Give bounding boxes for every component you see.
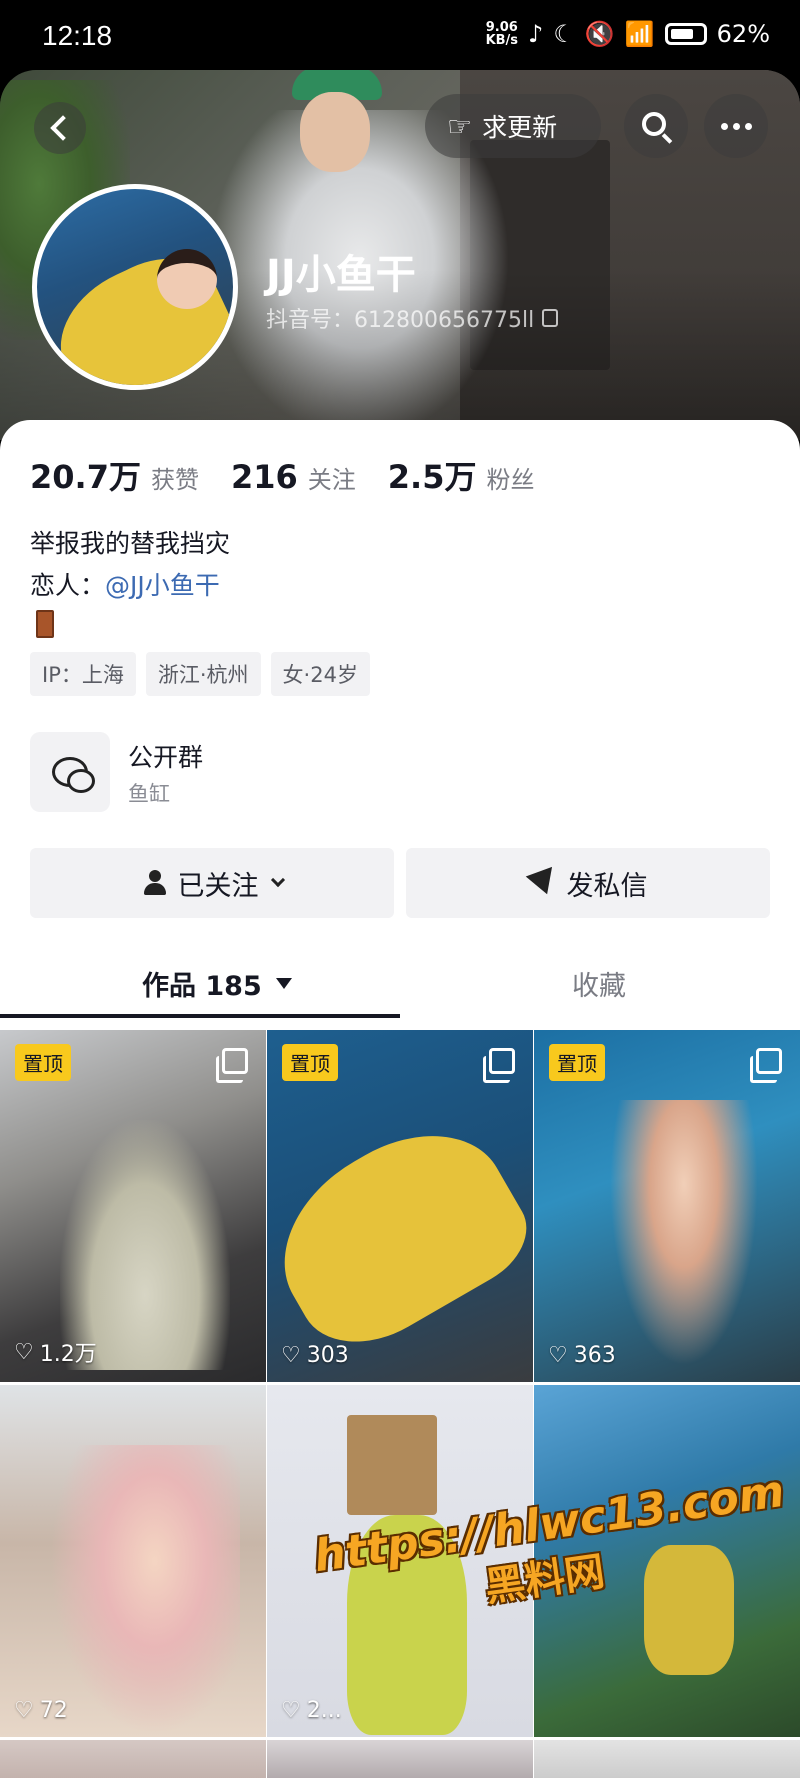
tab-works[interactable]: 作品 185 — [142, 948, 292, 1018]
tag-gender-age: 女·24岁 — [270, 652, 370, 696]
like-count: ♡ 363 — [548, 1343, 616, 1368]
group-icon-box — [30, 732, 110, 812]
request-update-label: 求更新 — [482, 113, 558, 142]
video-grid: 置顶 ♡ 1.2万 置顶 ♡ 303 置顶 ♡ 363 ♡ 72 ♡ 2... — [0, 1030, 800, 1778]
heart-icon: ♡ — [281, 1343, 301, 1368]
video-tile[interactable]: 置顶 ♡ 1.2万 — [0, 1030, 266, 1382]
tiktok-icon: ♪ — [528, 20, 544, 48]
video-tile[interactable] — [267, 1740, 533, 1778]
battery-icon — [664, 23, 707, 45]
video-tile[interactable]: ♡ 2... — [267, 1385, 533, 1737]
chat-bubbles-icon — [52, 757, 95, 793]
avatar[interactable] — [32, 184, 238, 390]
like-count: ♡ 2... — [281, 1698, 342, 1723]
message-button[interactable]: 发私信 — [406, 848, 770, 918]
status-icons: 9.06 KB/s ♪ ☾ 🔇 📶 62% — [486, 20, 770, 48]
heart-icon: ♡ — [14, 1339, 34, 1365]
header-background-face — [300, 92, 370, 172]
signal-icon: 📶 — [624, 20, 655, 48]
request-update-button[interactable]: ☞ 求更新 — [425, 94, 601, 158]
chevron-down-icon — [270, 872, 285, 888]
stat-following[interactable]: 216 关注 — [231, 458, 356, 496]
tab-favorites[interactable]: 收藏 — [572, 948, 626, 1018]
video-tile[interactable]: 置顶 ♡ 303 — [267, 1030, 533, 1382]
status-time: 12:18 — [42, 20, 113, 51]
door-emoji-icon — [36, 610, 54, 638]
profile-name: JJ小鱼干 — [266, 252, 416, 298]
heart-icon: ♡ — [548, 1343, 568, 1368]
video-tile[interactable] — [534, 1385, 800, 1737]
more-dots-icon — [720, 122, 728, 130]
mute-icon: 🔇 — [584, 20, 615, 48]
content-tabs: 作品 185 收藏 — [0, 948, 800, 1018]
multi-image-icon — [483, 1048, 515, 1083]
video-tile[interactable] — [534, 1740, 800, 1778]
pointing-hand-icon: ☞ — [447, 109, 473, 143]
profile-header: ☞ 求更新 JJ小鱼干 抖音号：612800656775ll — [0, 70, 800, 440]
send-icon — [525, 866, 560, 900]
copy-icon[interactable] — [542, 309, 559, 327]
person-check-icon — [142, 870, 168, 896]
action-buttons: 已关注 发私信 — [30, 848, 770, 918]
public-group-entry[interactable]: 公开群 鱼缸 — [30, 732, 770, 812]
search-icon — [642, 112, 666, 136]
network-speed: 9.06 KB/s — [485, 20, 519, 48]
tag-ip: IP：上海 — [30, 652, 136, 696]
profile-tags: IP：上海 浙江·杭州 女·24岁 — [30, 652, 370, 696]
pinned-badge: 置顶 — [15, 1044, 71, 1081]
status-bar: 12:18 9.06 KB/s ♪ ☾ 🔇 📶 62% — [0, 0, 800, 70]
active-tab-indicator — [0, 1014, 400, 1018]
multi-image-icon — [216, 1048, 248, 1083]
partner-mention-link[interactable]: @JJ小鱼干 — [105, 571, 220, 600]
bio-partner-line: 恋人：@JJ小鱼干 — [30, 571, 220, 600]
moon-icon: ☾ — [553, 20, 575, 48]
multi-image-icon — [750, 1048, 782, 1083]
battery-percent: 62% — [716, 20, 770, 48]
like-count: ♡ 303 — [281, 1343, 349, 1368]
stats-row: 20.7万 获赞 216 关注 2.5万 粉丝 — [30, 452, 534, 498]
back-arrow-icon — [50, 115, 76, 141]
tag-location: 浙江·杭州 — [145, 652, 261, 696]
like-count: ♡ 72 — [14, 1698, 68, 1723]
profile-card: 20.7万 获赞 216 关注 2.5万 粉丝 举报我的替我挡灾 恋人：@JJ小… — [0, 420, 800, 1778]
like-count: ♡ 1.2万 — [14, 1339, 97, 1368]
group-subtitle: 鱼缸 — [128, 782, 170, 806]
video-tile[interactable] — [0, 1740, 266, 1778]
heart-icon: ♡ — [14, 1698, 34, 1723]
group-title: 公开群 — [128, 743, 204, 772]
pinned-badge: 置顶 — [549, 1044, 605, 1081]
stat-likes[interactable]: 20.7万 获赞 — [30, 452, 199, 498]
dropdown-triangle-icon — [275, 977, 292, 989]
bio-line: 举报我的替我挡灾 — [30, 529, 231, 558]
followed-button[interactable]: 已关注 — [30, 848, 394, 918]
pinned-badge: 置顶 — [282, 1044, 338, 1081]
video-tile[interactable]: ♡ 72 — [0, 1385, 266, 1737]
video-tile[interactable]: 置顶 ♡ 363 — [534, 1030, 800, 1382]
search-button[interactable] — [624, 94, 688, 158]
heart-icon: ♡ — [281, 1698, 301, 1723]
more-button[interactable] — [704, 94, 768, 158]
douyin-id[interactable]: 抖音号：612800656775ll — [266, 302, 559, 334]
stat-followers[interactable]: 2.5万 粉丝 — [388, 452, 535, 498]
back-button[interactable] — [34, 102, 86, 154]
